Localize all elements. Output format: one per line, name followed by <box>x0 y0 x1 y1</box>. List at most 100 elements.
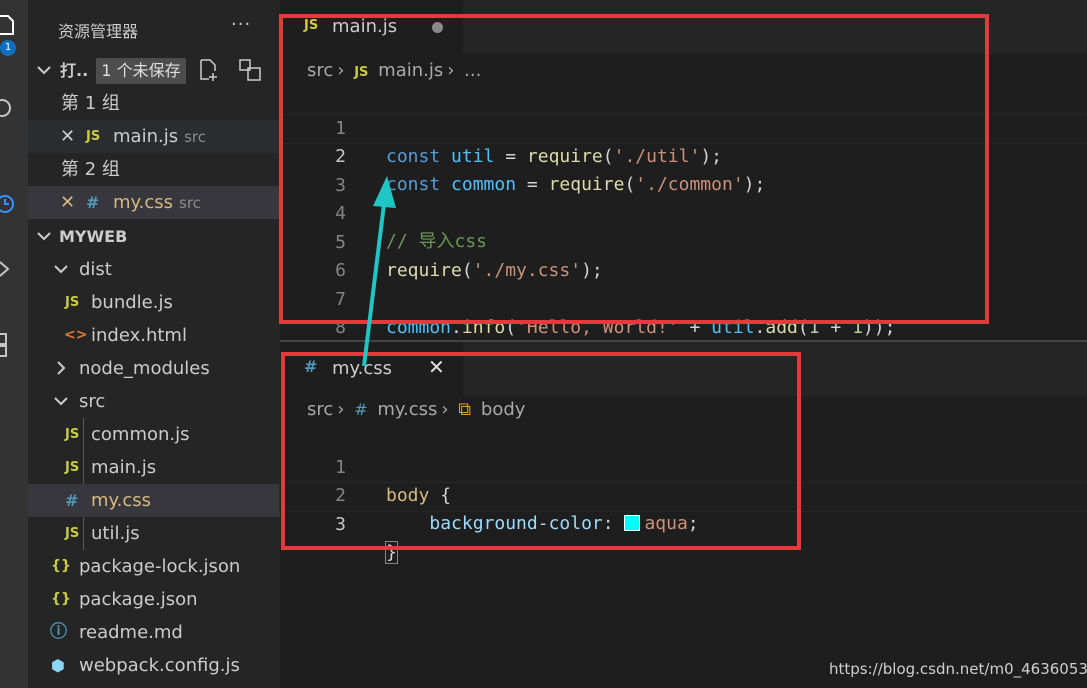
tree-file-my-css[interactable]: # my.css <box>28 484 280 517</box>
more-actions-icon[interactable]: ··· <box>231 14 251 35</box>
tree-item-label: my.css <box>91 490 151 511</box>
code-line[interactable]: 1 const util = require('./util'); <box>280 87 1087 167</box>
editor-group-top: JS main.js src › JS main.js › ... 1 const … <box>279 0 1087 340</box>
token: 1 <box>852 317 863 338</box>
chevron-down-icon <box>54 265 68 274</box>
tree-item-label: node_modules <box>79 358 210 379</box>
token: + <box>819 317 853 338</box>
run-icon[interactable] <box>0 256 28 284</box>
breadcrumb-more[interactable]: ... <box>464 60 481 81</box>
open-editor-file-name: main.js <box>113 126 179 147</box>
token: 'Hello, World!' <box>516 317 679 338</box>
editor-group-1-label: 第 1 组 <box>28 87 280 120</box>
breadcrumb-folder[interactable]: src <box>307 399 333 420</box>
css-file-icon: # <box>86 193 100 212</box>
token: : <box>602 513 625 534</box>
javascript-file-icon: JS <box>65 427 80 442</box>
close-icon[interactable]: ✕ <box>60 186 75 219</box>
tree-item-label: package.json <box>79 589 198 610</box>
tree-file-main-js[interactable]: JS main.js <box>28 451 280 484</box>
new-file-icon[interactable] <box>198 58 220 82</box>
chevron-right-icon: › <box>447 60 455 81</box>
html-file-icon: <> <box>64 327 88 343</box>
tree-file-common-js[interactable]: JS common.js <box>28 418 280 451</box>
tree-item-label: readme.md <box>79 622 183 643</box>
code-line[interactable]: 8 <box>280 286 1087 338</box>
code-line[interactable]: 1 body { <box>280 426 1087 506</box>
open-editor-main-js[interactable]: ✕ JS main.js src <box>28 120 280 153</box>
extensions-icon[interactable] <box>0 330 28 358</box>
tree-file-readme-md[interactable]: ⓘ readme.md <box>28 616 280 649</box>
tab-label: main.js <box>332 16 398 37</box>
close-icon[interactable]: ✕ <box>60 120 75 153</box>
open-editor-file-name: my.css <box>113 192 173 213</box>
tree-folder-node-modules[interactable]: node_modules <box>28 352 280 385</box>
close-icon[interactable]: ✕ <box>428 355 445 379</box>
tree-file-package-lock-json[interactable]: {} package-lock.json <box>28 550 280 583</box>
code-line[interactable]: 6 <box>280 229 1087 281</box>
chevron-down-icon <box>54 397 68 406</box>
breadcrumb-file[interactable]: my.css <box>377 399 437 420</box>
chevron-right-icon: › <box>337 399 345 420</box>
tree-file-webpack-config-js[interactable]: ⬢ webpack.config.js <box>28 649 280 682</box>
code-line-current[interactable]: 3 } <box>279 482 1087 564</box>
code-line[interactable]: 3 <box>280 144 1087 196</box>
unsaved-dot-icon[interactable] <box>432 22 443 33</box>
code-line[interactable]: 7 common.info('Hello, World!' + util.add… <box>280 258 1087 338</box>
timeline-icon[interactable] <box>0 192 28 220</box>
tree-file-index-html[interactable]: <> index.html <box>28 319 280 352</box>
tree-item-label: index.html <box>91 325 187 346</box>
breadcrumb-folder[interactable]: src <box>307 60 333 81</box>
explorer-title: 资源管理器 <box>58 22 139 41</box>
tree-file-util-js[interactable]: JS util.js <box>28 517 280 550</box>
tree-file-package-json[interactable]: {} package.json <box>28 583 280 616</box>
code-line[interactable]: 4 // 导入css <box>280 172 1087 252</box>
tree-item-label: dist <box>79 259 112 280</box>
tree-file-bundle-js[interactable]: JS bundle.js <box>28 286 280 319</box>
code-line-current[interactable]: 2 const common = require('./common'); <box>279 114 1087 195</box>
color-swatch[interactable] <box>624 515 641 531</box>
editor-group-2-label: 第 2 组 <box>28 153 280 186</box>
javascript-file-icon: JS <box>354 65 369 80</box>
info-icon: ⓘ <box>50 622 67 642</box>
search-icon[interactable] <box>0 96 28 124</box>
css-file-icon: # <box>65 491 79 510</box>
token: ; <box>687 513 699 534</box>
code-line[interactable]: 5 require('./my.css'); <box>280 201 1087 281</box>
css-file-icon: # <box>354 400 368 419</box>
line-number: 8 <box>335 317 346 338</box>
breadcrumb-symbol[interactable]: body <box>481 399 526 420</box>
tree-item-label: bundle.js <box>91 292 173 313</box>
notification-badge: 1 <box>0 40 16 56</box>
token: 1 <box>808 317 820 338</box>
chevron-right-icon <box>57 361 66 375</box>
tree-item-label: main.js <box>91 457 157 478</box>
javascript-file-icon: JS <box>65 460 80 475</box>
tree-folder-src[interactable]: src <box>28 385 280 418</box>
token: + <box>678 317 712 338</box>
token: background-color <box>429 513 603 534</box>
tree-folder-dist[interactable]: dist <box>28 253 280 286</box>
breadcrumb-file[interactable]: main.js <box>378 60 443 81</box>
chevron-right-icon: › <box>441 399 449 420</box>
javascript-file-icon: JS <box>65 526 80 541</box>
code-line[interactable]: 2 background-color: aqua; <box>280 454 1087 534</box>
group-label: 第 2 组 <box>61 159 120 180</box>
token: aqua <box>644 513 688 534</box>
workspace-header[interactable]: MYWEB <box>28 220 280 253</box>
tab-label: my.css <box>332 358 392 379</box>
webpack-icon: ⬢ <box>51 656 65 675</box>
open-editor-my-css[interactable]: ✕ # my.css src <box>28 186 280 219</box>
split-editor-icon[interactable] <box>238 58 262 82</box>
breadcrumb: src › JS main.js › ... <box>307 60 485 81</box>
tab-main-js[interactable]: JS main.js <box>280 0 463 54</box>
files-icon[interactable] <box>0 10 28 38</box>
open-editor-folder: src <box>184 128 206 146</box>
line-number: 3 <box>335 514 346 535</box>
chevron-down-icon <box>37 66 51 75</box>
token: . <box>754 317 766 338</box>
symbol-class-icon: ⧉ <box>458 399 472 420</box>
tab-my-css[interactable]: # my.css ✕ <box>280 342 463 396</box>
workspace-label: MYWEB <box>59 227 128 246</box>
